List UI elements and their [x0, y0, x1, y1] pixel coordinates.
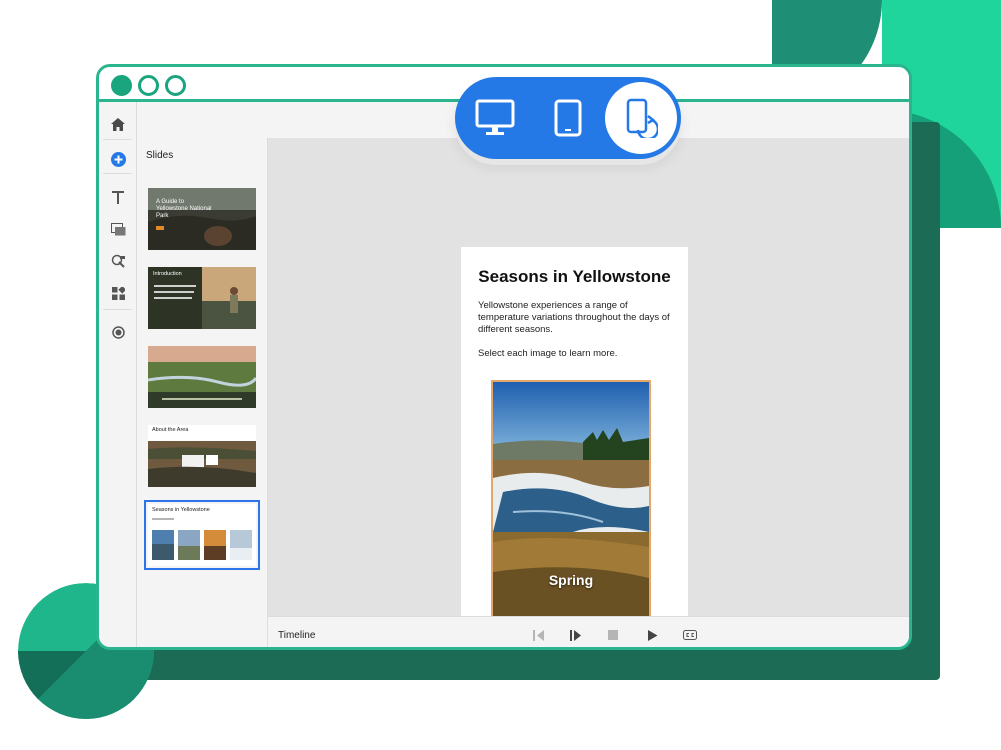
slide-canvas: Seasons in Yellowstone Yellowstone exper… [268, 138, 909, 647]
play-pause-icon[interactable] [568, 628, 584, 642]
play-icon[interactable] [644, 628, 660, 642]
thumbnail-caption: Introduction [153, 271, 182, 277]
slides-panel: Slides A Guide to Yellowstone National P… [137, 138, 268, 647]
slide-thumbnail-4[interactable]: About the Area [148, 425, 256, 487]
mobile-icon [626, 98, 658, 138]
slide-thumbnail-5[interactable]: Seasons in Yellowstone [144, 500, 260, 570]
timeline-bar: Timeline [268, 616, 909, 647]
text-icon[interactable] [109, 188, 127, 206]
closed-caption-icon[interactable] [682, 628, 698, 642]
thumbnail-caption: Seasons in Yellowstone [152, 507, 210, 513]
window-control-maximize[interactable] [165, 75, 186, 96]
device-preview-switcher [455, 77, 681, 159]
slide-preview: Seasons in Yellowstone Yellowstone exper… [461, 247, 688, 647]
window-control-close[interactable] [111, 75, 132, 96]
window-control-minimize[interactable] [138, 75, 159, 96]
thumbnail-caption: A Guide to Yellowstone National Park [156, 199, 212, 219]
timeline-label[interactable]: Timeline [278, 630, 315, 641]
thumbnail-caption: About the Area [152, 427, 189, 433]
slide-description: Yellowstone experiences a range of tempe… [478, 300, 670, 335]
media-icon[interactable] [109, 220, 127, 238]
widgets-icon[interactable] [109, 284, 127, 302]
left-tool-rail [99, 102, 137, 647]
slide-title: Seasons in Yellowstone [478, 267, 671, 286]
add-icon[interactable] [109, 150, 127, 168]
stop-icon[interactable] [605, 628, 621, 642]
interaction-icon[interactable] [109, 252, 127, 270]
slide-thumbnail-1[interactable]: A Guide to Yellowstone National Park [148, 188, 256, 250]
home-icon[interactable] [109, 115, 127, 133]
tablet-preview-button[interactable] [533, 77, 603, 159]
slide-thumbnail-3[interactable] [148, 346, 256, 408]
desktop-icon [475, 99, 515, 135]
season-image-card[interactable]: Spring [491, 380, 651, 618]
record-icon[interactable] [109, 323, 127, 341]
tablet-icon [554, 99, 582, 137]
slide-thumbnail-2[interactable]: Introduction [148, 267, 256, 329]
rewind-icon[interactable] [531, 628, 547, 642]
slide-instruction: Select each image to learn more. [478, 348, 618, 359]
desktop-preview-button[interactable] [460, 77, 530, 159]
season-card-label: Spring [548, 572, 594, 588]
slides-panel-title: Slides [146, 150, 174, 161]
mobile-preview-button[interactable] [606, 77, 676, 159]
